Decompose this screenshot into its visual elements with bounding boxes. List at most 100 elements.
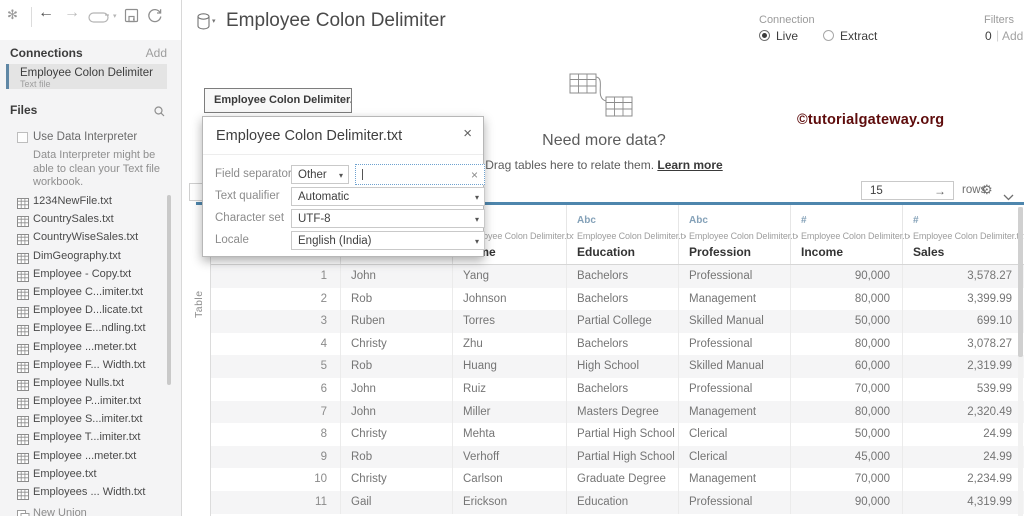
- forward-button[interactable]: →: [64, 4, 80, 22]
- table-row: 5 Rob Huang High School Skilled Manual 6…: [211, 355, 1024, 378]
- name-cell: Erickson: [453, 490, 567, 514]
- column-name: Education: [577, 245, 636, 259]
- row-number-cell: 8: [211, 423, 341, 446]
- file-item[interactable]: Employee D...licate.txt: [0, 302, 181, 320]
- table-row: 7 John Miller Masters Degree Management …: [211, 400, 1024, 424]
- live-radio[interactable]: [759, 30, 770, 41]
- column-name: Income: [801, 245, 844, 259]
- text-qualifier-select[interactable]: Automatic ▾: [291, 187, 485, 206]
- column-header-sales[interactable]: # Employee Colon Delimiter.txt Sales: [903, 205, 1024, 264]
- name-cell: Mehta: [453, 423, 567, 446]
- start-over-caret-icon[interactable]: ▾: [113, 12, 117, 20]
- rows-apply-arrow-icon[interactable]: →: [934, 184, 946, 198]
- row-number-cell: 4: [211, 332, 341, 356]
- data-interpreter-hint: Data Interpreter might be able to clean …: [33, 149, 160, 188]
- sales-cell: 2,319.99: [903, 355, 1024, 378]
- file-item[interactable]: DimGeography.txt: [0, 248, 181, 266]
- row-number-cell: 7: [211, 400, 341, 424]
- table-row: 9 Rob Verhoff Partial High School Cleric…: [211, 445, 1024, 469]
- name-cell: Yang: [453, 265, 567, 288]
- table-row: 4 Christy Zhu Bachelors Professional 80,…: [211, 332, 1024, 356]
- table-file-icon: [17, 487, 29, 505]
- income-cell: 80,000: [791, 400, 903, 424]
- column-header-profession[interactable]: Abc Employee Colon Delimiter.txt Profess…: [679, 205, 798, 264]
- income-cell: 90,000: [791, 265, 903, 288]
- first-name-cell: Rob: [341, 355, 453, 378]
- file-item[interactable]: Employee ...meter.txt: [0, 448, 181, 466]
- row-number-cell: 11: [211, 490, 341, 514]
- datasource-caret-icon[interactable]: ▾: [212, 17, 216, 25]
- first-name-cell: Christy: [341, 423, 453, 446]
- profession-cell: Skilled Manual: [679, 355, 791, 378]
- number-type-icon: #: [913, 215, 919, 226]
- live-label[interactable]: Live: [776, 29, 798, 43]
- gear-icon[interactable]: ⚙: [981, 182, 993, 198]
- first-name-cell: John: [341, 400, 453, 424]
- grid-scrollbar-thumb[interactable]: [1018, 207, 1023, 357]
- file-item[interactable]: CountrySales.txt: [0, 211, 181, 229]
- table-pane-label[interactable]: Table: [193, 260, 209, 318]
- refresh-icon[interactable]: [147, 7, 163, 28]
- new-union-item[interactable]: New Union: [0, 505, 181, 516]
- character-set-select[interactable]: UTF-8 ▾: [291, 209, 485, 228]
- datasource-icon[interactable]: [197, 13, 210, 35]
- file-item[interactable]: Employee Nulls.txt: [0, 375, 181, 393]
- education-cell: Education: [567, 490, 679, 514]
- column-header-education[interactable]: Abc Employee Colon Delimiter.txt Educati…: [567, 205, 686, 264]
- file-item[interactable]: Employee E...ndling.txt: [0, 320, 181, 338]
- close-icon[interactable]: ×: [463, 125, 472, 142]
- learn-more-link[interactable]: Learn more: [657, 158, 722, 172]
- locale-select[interactable]: English (India) ▾: [291, 231, 485, 250]
- filters-add-link[interactable]: Add: [1002, 29, 1023, 43]
- tableau-logo-icon[interactable]: ✻: [7, 7, 18, 23]
- select-caret-icon: ▾: [338, 171, 343, 180]
- extract-label[interactable]: Extract: [840, 29, 877, 43]
- file-item[interactable]: Employee C...imiter.txt: [0, 284, 181, 302]
- search-icon[interactable]: [154, 104, 165, 122]
- sidebar: Connections Add Employee Colon Delimiter…: [0, 40, 181, 516]
- drag-hint-text: Drag tables here to relate them. Learn m…: [444, 158, 764, 172]
- files-scrollbar[interactable]: [167, 195, 171, 385]
- connection-mode-label: Connection: [759, 14, 815, 26]
- connection-item[interactable]: Employee Colon Delimiter Text file: [6, 64, 167, 89]
- text-qualifier-label: Text qualifier: [215, 190, 280, 202]
- clear-icon[interactable]: ×: [471, 168, 478, 182]
- row-number-cell: 3: [211, 310, 341, 333]
- grid-body: 1 John Yang Bachelors Professional 90,00…: [211, 265, 1024, 514]
- file-item[interactable]: Employee - Copy.txt: [0, 266, 181, 284]
- rows-count-input[interactable]: 15 →: [861, 181, 954, 200]
- file-item[interactable]: Employee T...imiter.txt: [0, 429, 181, 447]
- profession-cell: Management: [679, 400, 791, 424]
- file-item[interactable]: Employee ...meter.txt: [0, 339, 181, 357]
- extract-radio[interactable]: [823, 30, 834, 41]
- column-name: Sales: [913, 245, 945, 259]
- file-item[interactable]: CountryWiseSales.txt: [0, 229, 181, 247]
- add-connection-link[interactable]: Add: [146, 46, 167, 60]
- data-interpreter-checkbox[interactable]: [17, 132, 28, 143]
- file-item[interactable]: Employees ... Width.txt: [0, 484, 181, 502]
- files-heading: Files: [10, 103, 38, 117]
- start-over-icon[interactable]: [88, 11, 111, 29]
- toolbar: ✻ ← → ▾: [0, 0, 181, 40]
- file-item[interactable]: 1234NewFile.txt: [0, 193, 181, 211]
- field-separator-input[interactable]: ×: [355, 164, 485, 185]
- sales-cell: 699.10: [903, 310, 1024, 333]
- grid-scrollbar[interactable]: [1018, 207, 1023, 516]
- save-icon[interactable]: [124, 8, 139, 28]
- file-item[interactable]: Employee S...imiter.txt: [0, 411, 181, 429]
- back-button[interactable]: ←: [38, 4, 54, 22]
- locale-row: Locale English (India) ▾: [215, 231, 485, 250]
- file-item[interactable]: Employee F... Width.txt: [0, 357, 181, 375]
- file-item[interactable]: Employee P...imiter.txt: [0, 393, 181, 411]
- income-cell: 50,000: [791, 310, 903, 333]
- table-row: 8 Christy Mehta Partial High School Cler…: [211, 423, 1024, 446]
- select-caret-icon: ▾: [474, 215, 479, 224]
- income-cell: 70,000: [791, 377, 903, 401]
- need-more-data-text: Need more data?: [542, 132, 666, 149]
- file-item[interactable]: Employee.txt: [0, 466, 181, 484]
- canvas-table-chip[interactable]: Employee Colon Delimiter....: [204, 88, 352, 113]
- column-header-income[interactable]: # Employee Colon Delimiter.txt Income: [791, 205, 910, 264]
- drag-hint-label: Drag tables here to relate them.: [485, 158, 658, 172]
- field-separator-select[interactable]: Other ▾: [291, 165, 349, 184]
- profession-cell: Professional: [679, 332, 791, 356]
